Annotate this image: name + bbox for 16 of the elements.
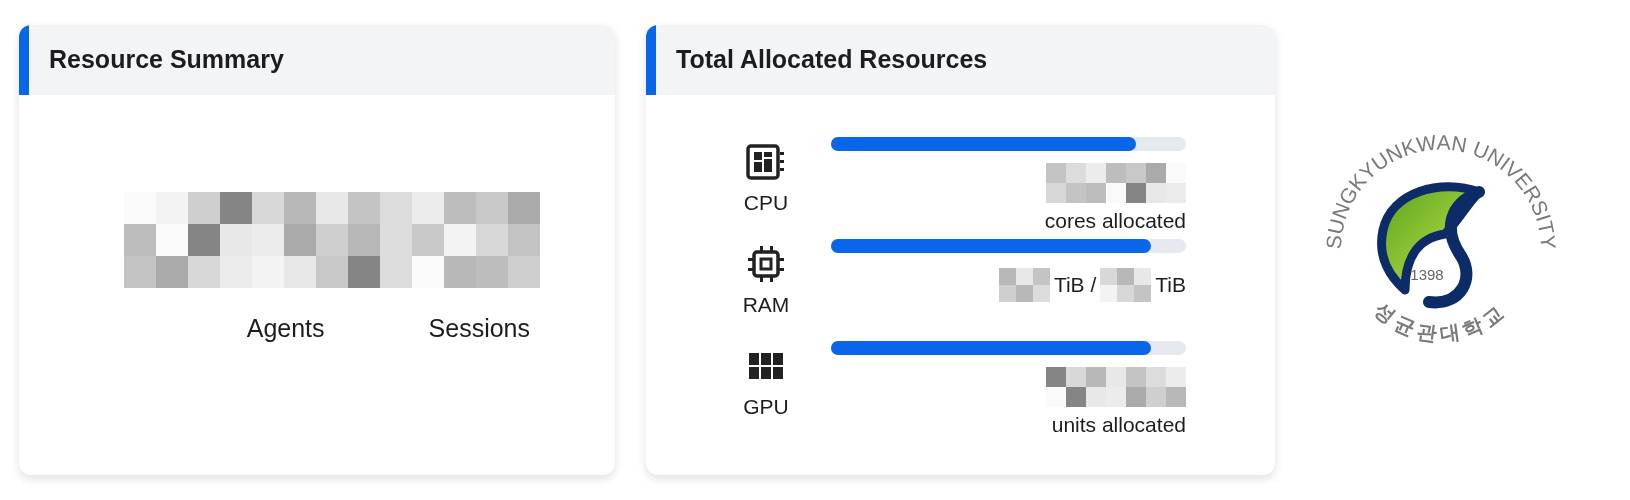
card-title: Total Allocated Resources — [676, 44, 988, 76]
resource-label: CPU — [743, 190, 789, 216]
resource-label: GPU — [743, 394, 789, 420]
pixelated-value — [998, 268, 1050, 302]
stat-label: Sessions — [428, 313, 530, 344]
pixelated-value — [1100, 268, 1152, 302]
processor-icon — [746, 144, 786, 180]
resource-caption: units allocated — [1051, 412, 1186, 438]
resource-label: RAM — [742, 292, 790, 318]
card-title: Resource Summary — [49, 44, 284, 76]
chip-icon — [748, 246, 784, 282]
stat-label: Agents — [246, 313, 325, 344]
value-unit: TiB — [1155, 272, 1186, 299]
grid-icon — [749, 353, 783, 379]
resource-caption: cores allocated — [1044, 208, 1186, 234]
value-unit: TiB / — [1053, 272, 1097, 299]
